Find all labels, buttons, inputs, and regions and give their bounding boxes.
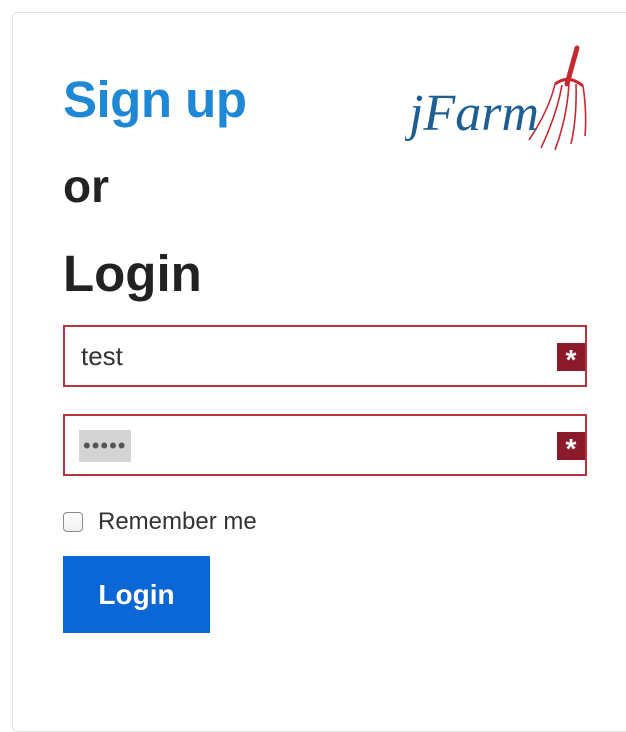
- username-value: test: [81, 341, 123, 371]
- signup-link[interactable]: Sign up: [63, 70, 247, 130]
- logo-text: jFarm: [405, 85, 539, 142]
- required-icon: *: [557, 432, 585, 464]
- remember-me-row[interactable]: Remember me: [63, 506, 257, 538]
- password-field[interactable]: ••••• *: [63, 414, 587, 476]
- remember-me-checkbox[interactable]: [63, 512, 83, 532]
- remember-me-label[interactable]: Remember me: [98, 508, 257, 536]
- jfarm-logo: jFarm: [403, 40, 600, 160]
- login-button[interactable]: Login: [63, 556, 210, 633]
- login-heading: Login: [63, 245, 202, 302]
- or-text: or: [63, 160, 109, 212]
- required-icon: *: [557, 343, 585, 375]
- username-field[interactable]: test *: [63, 325, 587, 387]
- password-value: •••••: [79, 430, 131, 462]
